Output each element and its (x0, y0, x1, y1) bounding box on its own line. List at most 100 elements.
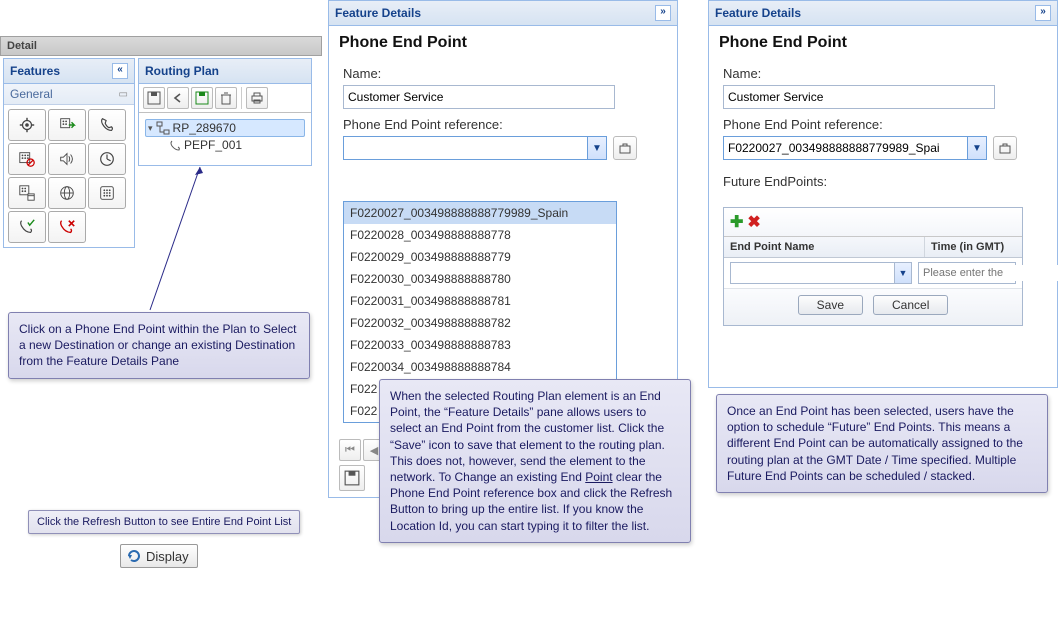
briefcase-icon (618, 141, 632, 155)
display-button-label: Display (146, 549, 189, 564)
features-panel-header: Features « (4, 59, 134, 84)
features-panel: Features « General ▭ (3, 58, 135, 248)
feature-details-title-middle: Feature Details (335, 6, 421, 20)
briefcase-button[interactable] (613, 136, 637, 160)
tree-root-label: RP_289670 (173, 121, 236, 135)
future-grid-row: ▼ 📅 (724, 258, 1022, 288)
feature-details-header-middle: Feature Details » (329, 1, 677, 26)
routing-toolbar (139, 84, 311, 113)
save-icon-bottom[interactable] (339, 465, 365, 491)
cancel-button[interactable]: Cancel (873, 295, 948, 315)
arrow-line (145, 162, 205, 312)
list-item[interactable]: F0220030_003498888888780 (344, 268, 616, 290)
save-icon[interactable] (143, 87, 165, 109)
keypad-block-icon[interactable] (8, 143, 46, 175)
name-label-right: Name: (723, 66, 1047, 81)
reference-label-right: Phone End Point reference: (723, 117, 1047, 132)
keypad-icon[interactable] (88, 177, 126, 209)
callout-feature-details: When the selected Routing Plan element i… (379, 379, 691, 543)
list-item[interactable]: F0220032_003498888888782 (344, 312, 616, 334)
form-middle: Name: Phone End Point reference: ▼ (329, 58, 677, 168)
reference-label: Phone End Point reference: (343, 117, 667, 132)
tree-node-root[interactable]: ▾ RP_289670 (145, 119, 305, 137)
back-icon[interactable] (167, 87, 189, 109)
callout-link-point[interactable]: Point (585, 470, 612, 484)
add-icon[interactable]: ✚ (730, 212, 743, 232)
feature-details-header-right: Feature Details » (709, 1, 1057, 26)
save-green-icon[interactable] (191, 87, 213, 109)
keypad-schedule-icon[interactable] (8, 177, 46, 209)
chevron-down-icon[interactable]: ▼ (894, 263, 911, 283)
future-endpoints-label: Future EndPoints: (723, 174, 1047, 189)
callout-select-endpoint: Click on a Phone End Point within the Pl… (8, 312, 310, 379)
future-endpoint-combo[interactable]: ▼ (730, 262, 912, 284)
display-button[interactable]: Display (120, 544, 198, 568)
col-endpoint-name[interactable]: End Point Name (724, 237, 925, 257)
phone-small-icon (169, 139, 181, 151)
collapse-icon[interactable]: » (655, 5, 671, 21)
keypad-forward-icon[interactable] (48, 109, 86, 141)
collapse-icon[interactable]: » (1035, 5, 1051, 21)
chevron-down-icon[interactable]: ▼ (587, 137, 606, 159)
save-button[interactable]: Save (798, 295, 863, 315)
globe-icon[interactable] (48, 177, 86, 209)
callout-refresh: Click the Refresh Button to see Entire E… (28, 510, 300, 534)
phone-check-icon[interactable] (8, 211, 46, 243)
col-time-gmt[interactable]: Time (in GMT) (925, 237, 1022, 257)
speaker-icon[interactable] (48, 143, 86, 175)
future-time-input[interactable] (919, 265, 1058, 281)
feature-details-panel-right: Feature Details » Phone End Point Name: … (708, 0, 1058, 388)
reference-combo[interactable]: ▼ (343, 136, 607, 160)
tree-icon (156, 121, 170, 135)
phone-cancel-icon[interactable] (48, 211, 86, 243)
future-buttons-row: Save Cancel (724, 288, 1022, 325)
routing-plan-panel: Routing Plan ▾ RP_289670 PEPF_001 (138, 58, 312, 166)
name-input[interactable] (343, 85, 615, 109)
bottom-toolbar (339, 465, 365, 491)
section-heading-right: Phone End Point (709, 26, 1057, 58)
minus-icon[interactable]: ▭ (119, 89, 128, 100)
feature-details-title-right: Feature Details (715, 6, 801, 20)
first-page-icon[interactable]: ⏮ (339, 439, 361, 461)
features-tab-general[interactable]: General ▭ (4, 84, 134, 105)
list-item[interactable]: F0220027_003498888888779989_Spain (344, 202, 616, 224)
routing-plan-header: Routing Plan (139, 59, 311, 84)
section-heading-middle: Phone End Point (329, 26, 677, 58)
name-input-right[interactable] (723, 85, 995, 109)
reference-input[interactable] (344, 137, 587, 159)
future-endpoints-grid: ✚ ✖ End Point Name Time (in GMT) ▼ 📅 Sav… (723, 207, 1023, 326)
future-toolbar: ✚ ✖ (724, 208, 1022, 237)
briefcase-button-right[interactable] (993, 136, 1017, 160)
briefcase-icon (998, 141, 1012, 155)
list-item[interactable]: F0220034_003498888888784 (344, 356, 616, 378)
refresh-icon (125, 547, 143, 565)
future-grid-header: End Point Name Time (in GMT) (724, 237, 1022, 258)
tree-node-child[interactable]: PEPF_001 (167, 137, 305, 153)
trash-icon[interactable] (215, 87, 237, 109)
collapse-icon[interactable]: « (112, 63, 128, 79)
features-tab-label: General (10, 87, 53, 101)
future-time-field[interactable]: 📅 (918, 262, 1016, 284)
future-endpoint-input[interactable] (731, 263, 894, 283)
reference-input-right[interactable] (724, 137, 967, 159)
routing-tree: ▾ RP_289670 PEPF_001 (139, 113, 311, 165)
print-icon[interactable] (246, 87, 268, 109)
form-right: Name: Phone End Point reference: ▼ Futur… (709, 58, 1057, 201)
chevron-down-icon[interactable]: ▼ (967, 137, 986, 159)
reference-combo-right[interactable]: ▼ (723, 136, 987, 160)
clock-icon[interactable] (88, 143, 126, 175)
features-panel-title: Features (10, 64, 60, 78)
callout-future-endpoints: Once an End Point has been selected, use… (716, 394, 1048, 493)
name-label: Name: (343, 66, 667, 81)
gear-icon[interactable] (8, 109, 46, 141)
detail-bar: Detail (0, 36, 322, 56)
list-item[interactable]: F0220029_003498888888779 (344, 246, 616, 268)
list-item[interactable]: F0220033_003498888888783 (344, 334, 616, 356)
phone-handset-icon[interactable] (88, 109, 126, 141)
tree-child-label: PEPF_001 (184, 138, 242, 152)
delete-icon[interactable]: ✖ (747, 212, 760, 232)
routing-plan-title: Routing Plan (145, 64, 219, 78)
list-item[interactable]: F0220031_003498888888781 (344, 290, 616, 312)
list-item[interactable]: F0220028_003498888888778 (344, 224, 616, 246)
feature-icon-grid (4, 105, 134, 247)
